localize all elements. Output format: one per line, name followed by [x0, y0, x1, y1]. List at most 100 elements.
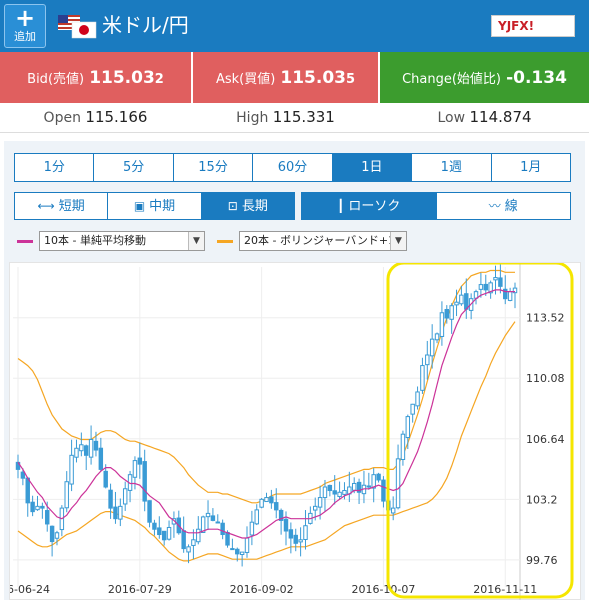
candle-body: [493, 277, 498, 281]
currency-pair-title: 米ドル/円: [102, 13, 189, 37]
range-mid-button[interactable]: ▣ 中期: [108, 193, 202, 219]
add-button[interactable]: + 追加: [4, 4, 46, 48]
candle-body: [298, 539, 303, 543]
fx-quote-app: + 追加 米ドル/円 YJFX! Bid(売値) 115.032 Ask(買値)…: [0, 0, 589, 600]
bb-select[interactable]: 20本 - ボリンジャーバンド+1 ▼: [239, 231, 407, 251]
candle-body: [230, 548, 235, 551]
period-15m[interactable]: 15分: [173, 154, 254, 181]
x-tick-label: 2016-09-02: [230, 583, 294, 596]
candle-body: [425, 354, 430, 366]
y-tick-label: 103.2: [526, 493, 558, 506]
candlestick-icon: ┃: [337, 199, 345, 213]
period-60m[interactable]: 60分: [253, 154, 333, 181]
open-stat: Open 115.166: [43, 108, 148, 126]
candle-body: [507, 291, 513, 301]
candle-body: [444, 308, 450, 319]
candle-body: [254, 509, 259, 525]
x-tick-label: 2016-07-29: [108, 583, 172, 596]
high-stat: High 115.331: [236, 108, 335, 126]
low-value: 114.874: [469, 108, 532, 126]
candle-body: [108, 489, 113, 509]
candle-body: [293, 534, 298, 544]
candle-body: [103, 470, 108, 488]
candle-body: [327, 484, 333, 492]
candle-body: [132, 460, 138, 478]
candle-body: [79, 444, 84, 452]
range-short-button[interactable]: ⟷ 短期: [15, 193, 109, 219]
plus-icon: +: [14, 4, 36, 32]
candle-body: [64, 481, 69, 509]
period-5m[interactable]: 5分: [94, 154, 174, 181]
change-value-box: Change(始値比) -0.134: [380, 52, 589, 103]
period-1d[interactable]: 1日: [332, 154, 413, 181]
candle-body: [366, 485, 372, 488]
y-tick-label: 106.64: [526, 433, 565, 446]
candle-body: [449, 305, 454, 320]
candle-body: [166, 526, 172, 540]
candle-body: [390, 507, 396, 514]
period-1mo[interactable]: 1月: [491, 154, 570, 181]
expand-arrows-icon: ⟷: [37, 199, 55, 213]
y-tick-label: 110.08: [526, 372, 565, 385]
price-chart[interactable]: 113.52 110.08 106.64 103.2 99.76 2016-06-24 20…: [9, 262, 581, 600]
candle-body: [459, 294, 464, 305]
candle-body: [20, 471, 26, 479]
period-1m[interactable]: 1分: [15, 154, 95, 181]
candle-body: [118, 505, 123, 520]
change-label: Change(始値比): [402, 72, 501, 87]
period-1w[interactable]: 1週: [412, 154, 492, 181]
candle-body: [303, 525, 308, 540]
line-chart-button[interactable]: 〰線: [436, 193, 570, 219]
candle-body: [235, 548, 240, 555]
candle-body: [74, 447, 79, 458]
candlestick-button[interactable]: ┃ ローソク: [302, 193, 437, 219]
ask-pip: 5: [346, 72, 356, 87]
x-tick-label: 2016-06-24: [10, 583, 50, 596]
ask-value: 115.03: [280, 68, 346, 88]
candle-body: [35, 505, 40, 511]
candle-body: [351, 482, 357, 491]
ma-select[interactable]: 10本 - 単純平均移動 ▼: [39, 231, 205, 251]
candle-body: [376, 473, 381, 481]
candle-body: [88, 438, 94, 458]
candle-body: [249, 521, 255, 536]
ma-color-swatch: [17, 240, 33, 243]
us-jp-flag-icon: [58, 15, 97, 39]
candle-body: [49, 525, 55, 543]
candle-body: [259, 498, 264, 508]
candle-body: [420, 365, 425, 391]
candle-body: [313, 505, 318, 511]
change-value: -0.134: [506, 68, 567, 88]
candle-body: [40, 505, 45, 509]
x-tick-label: 2016-11-11: [473, 583, 537, 596]
chevron-down-icon: ▼: [390, 232, 406, 250]
chart-style-toggle: ┃ ローソク 〰線: [301, 192, 571, 220]
range-long-button[interactable]: ⊡ 長期: [201, 193, 294, 219]
moving-average-indicator: 10本 - 単純平均移動 ▼: [17, 231, 205, 251]
candle-body: [210, 515, 216, 521]
ask-price: Ask(買値) 115.035: [193, 52, 378, 103]
range-toggle: ⟷ 短期 ▣ 中期 ⊡ 長期: [14, 192, 295, 220]
price-stats: Open 115.166 High 115.331 Low 114.874: [0, 103, 589, 133]
candle-body: [464, 293, 469, 310]
low-stat: Low 114.874: [437, 108, 532, 126]
candle-body: [93, 440, 99, 451]
candle-body: [122, 488, 128, 505]
candle-body: [498, 277, 503, 287]
candle-body: [317, 497, 323, 508]
candle-body: [157, 527, 162, 536]
candle-body: [288, 529, 294, 539]
bid-pip: 2: [154, 72, 164, 87]
candle-body: [30, 501, 35, 513]
candle-body: [25, 477, 30, 504]
candle-body: [410, 403, 415, 415]
candle-body: [181, 530, 186, 550]
high-value: 115.331: [272, 108, 335, 126]
candle-body: [342, 490, 347, 495]
period-tabs: 1分 5分 15分 60分 1日 1週 1月: [14, 153, 571, 182]
candle-body: [54, 532, 60, 539]
candle-body: [429, 338, 435, 357]
candle-body: [186, 546, 191, 553]
candle-body: [478, 284, 484, 290]
candle-body: [191, 539, 196, 546]
